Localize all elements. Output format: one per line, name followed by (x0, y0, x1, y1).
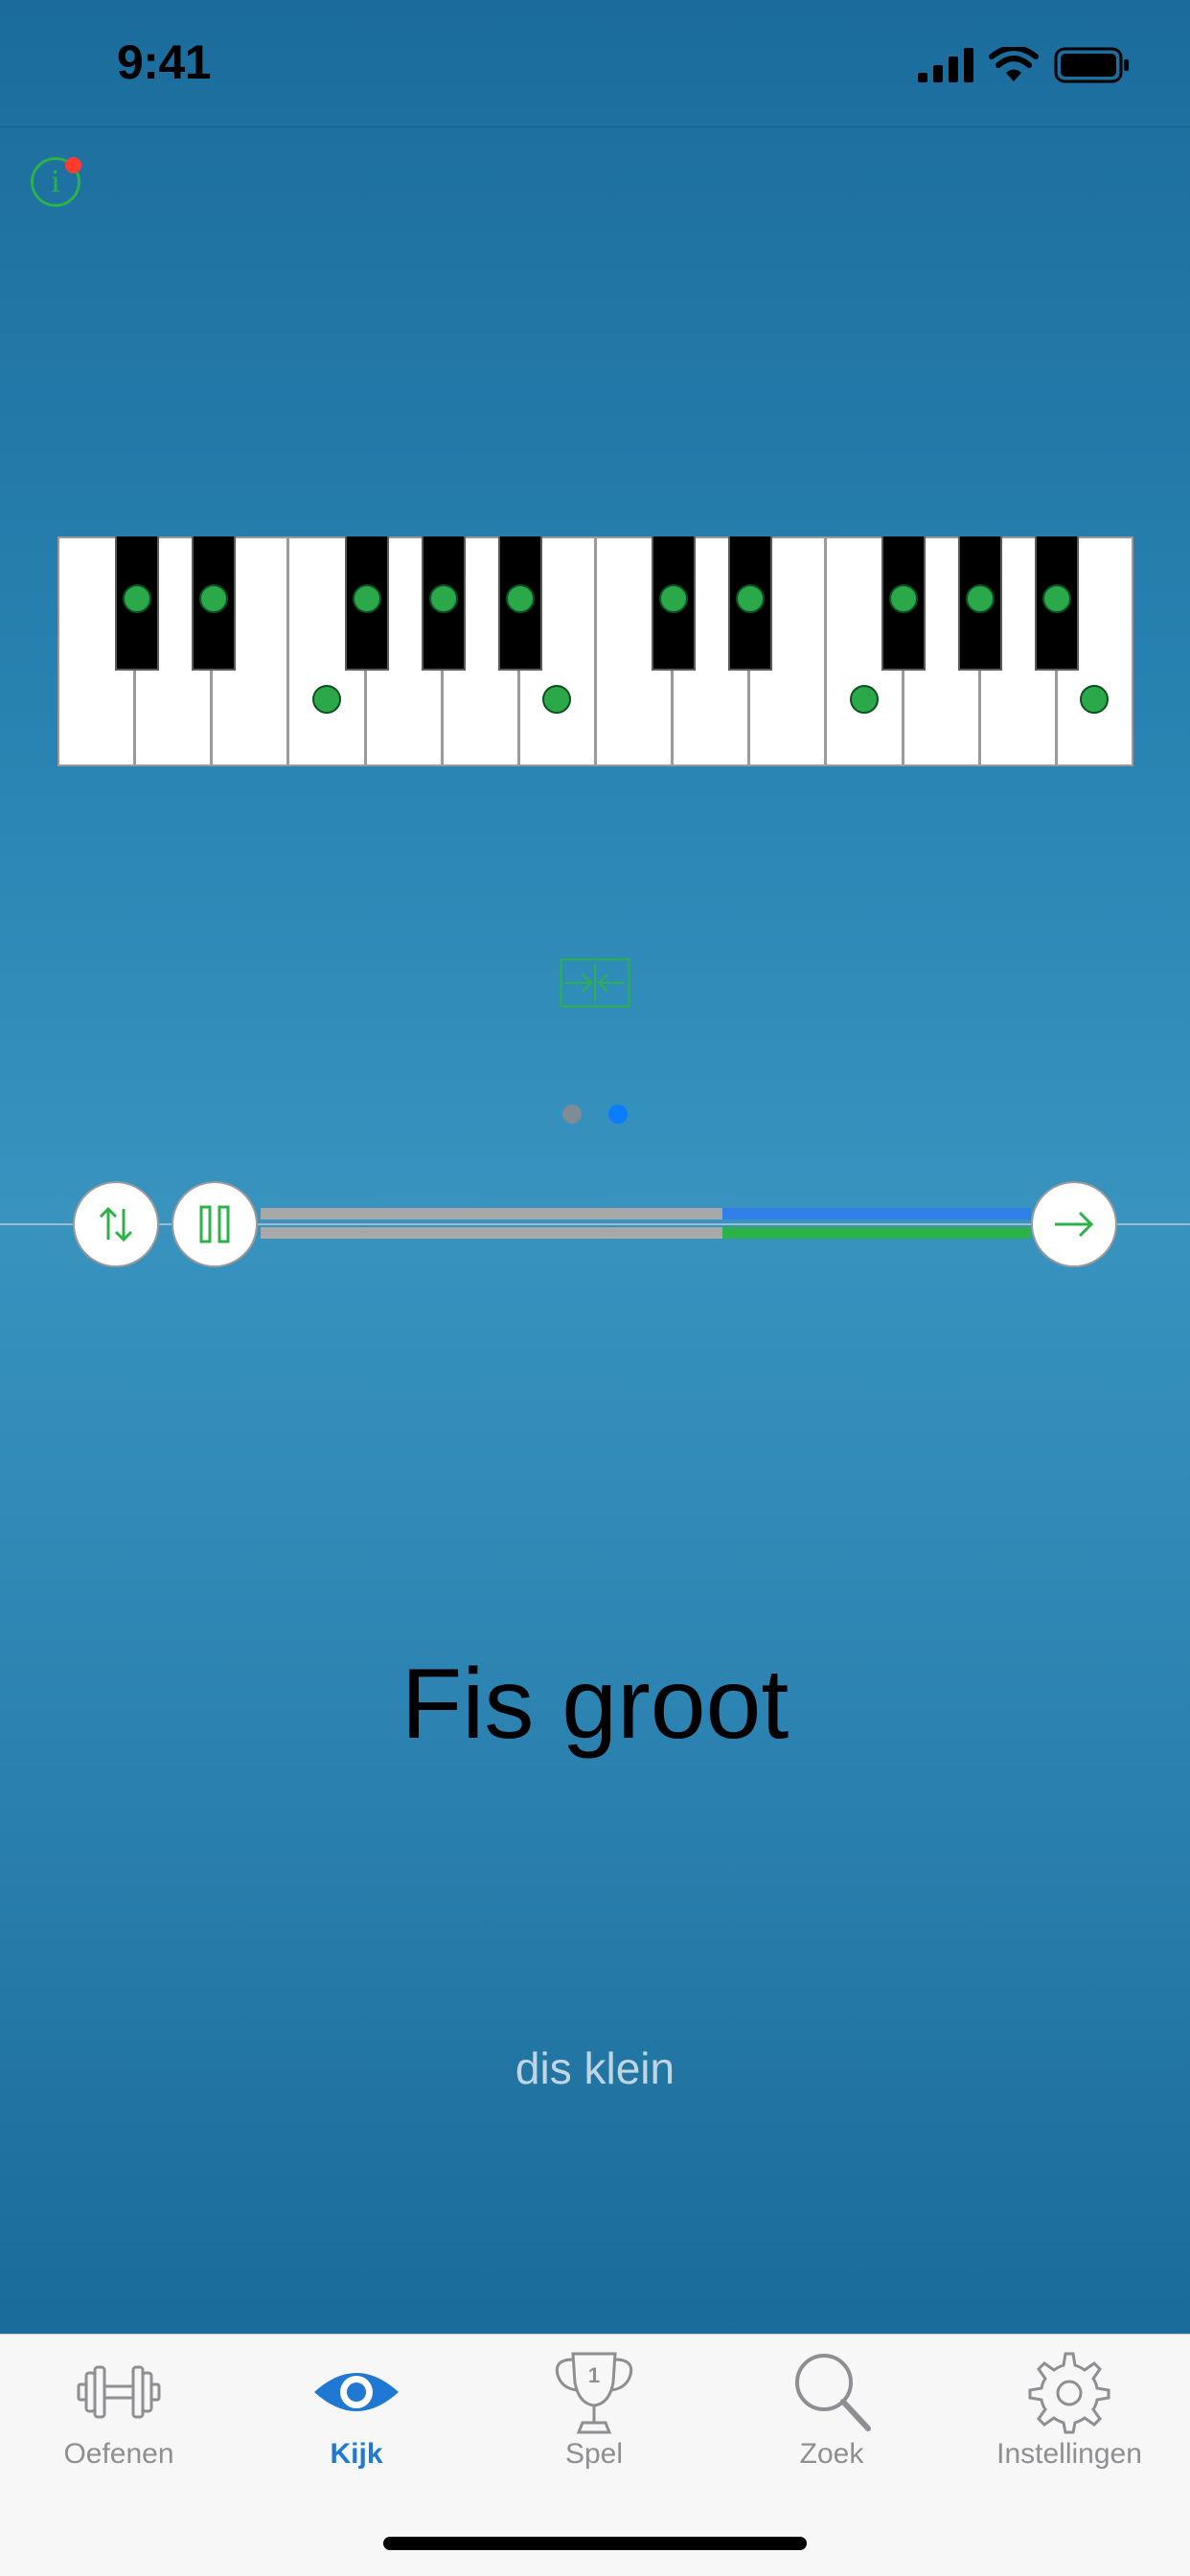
page-dot-2[interactable] (608, 1105, 628, 1124)
battery-icon (1054, 47, 1129, 83)
page-dot-1[interactable] (562, 1105, 582, 1124)
info-icon: i (51, 164, 60, 199)
status-icons (918, 42, 1131, 88)
home-indicator (383, 2537, 807, 2550)
eye-icon (314, 2373, 399, 2411)
pause-icon (199, 1205, 230, 1243)
wifi-icon (989, 47, 1039, 81)
dumbbell-icon (77, 2365, 161, 2419)
note-marker (123, 584, 151, 613)
progress-fill-blue (722, 1208, 1031, 1220)
tab-label-instellingen: Instellingen (996, 2438, 1142, 2470)
notification-dot (65, 157, 81, 173)
note-marker (429, 584, 458, 613)
chord-name: Fis groot (400, 1649, 790, 1760)
note-marker (199, 584, 228, 613)
note-marker (736, 584, 765, 613)
note-marker (849, 685, 879, 714)
progress-track-top[interactable] (261, 1208, 1031, 1220)
magnifier-icon (795, 2354, 871, 2431)
tab-label-zoek: Zoek (799, 2438, 864, 2470)
status-bar: 9:41 (0, 0, 1190, 127)
tab-kijk[interactable]: Kijk (238, 2335, 475, 2507)
tab-spel[interactable]: 1 Spel (475, 2335, 713, 2507)
tab-oefenen[interactable]: Oefenen (0, 2335, 238, 2507)
pause-button[interactable] (172, 1181, 258, 1267)
note-marker (659, 584, 688, 613)
note-marker (311, 685, 341, 714)
svg-text:1: 1 (588, 2363, 600, 2387)
note-marker (541, 685, 571, 714)
tab-label-oefenen: Oefenen (63, 2438, 174, 2470)
note-marker (353, 584, 381, 613)
arrows-inward-icon (560, 958, 630, 1008)
note-marker (1079, 685, 1109, 714)
note-marker (889, 584, 918, 613)
progress-fill-green (722, 1227, 1031, 1239)
progress-track-bottom[interactable] (261, 1227, 1031, 1239)
app-background (0, 0, 1190, 2334)
tab-zoek[interactable]: Zoek (713, 2335, 950, 2507)
trophy-icon: 1 (555, 2352, 633, 2434)
swap-vertical-icon (99, 1206, 133, 1242)
cellular-signal-icon (918, 48, 973, 82)
tab-label-spel: Spel (564, 2438, 624, 2470)
compress-button[interactable] (560, 958, 630, 1008)
swap-button[interactable] (73, 1181, 159, 1267)
arrow-right-icon (1055, 1211, 1094, 1238)
status-time: 9:41 (117, 35, 212, 89)
note-marker (506, 584, 535, 613)
gear-icon (1028, 2352, 1110, 2434)
relative-chord: dis klein (515, 2043, 675, 2093)
tab-label-kijk: Kijk (330, 2438, 383, 2470)
next-button[interactable] (1031, 1181, 1117, 1267)
note-marker (966, 584, 995, 613)
tab-instellingen[interactable]: Instellingen (950, 2335, 1188, 2507)
note-marker (1042, 584, 1071, 613)
piano-keyboard[interactable] (57, 536, 1133, 766)
